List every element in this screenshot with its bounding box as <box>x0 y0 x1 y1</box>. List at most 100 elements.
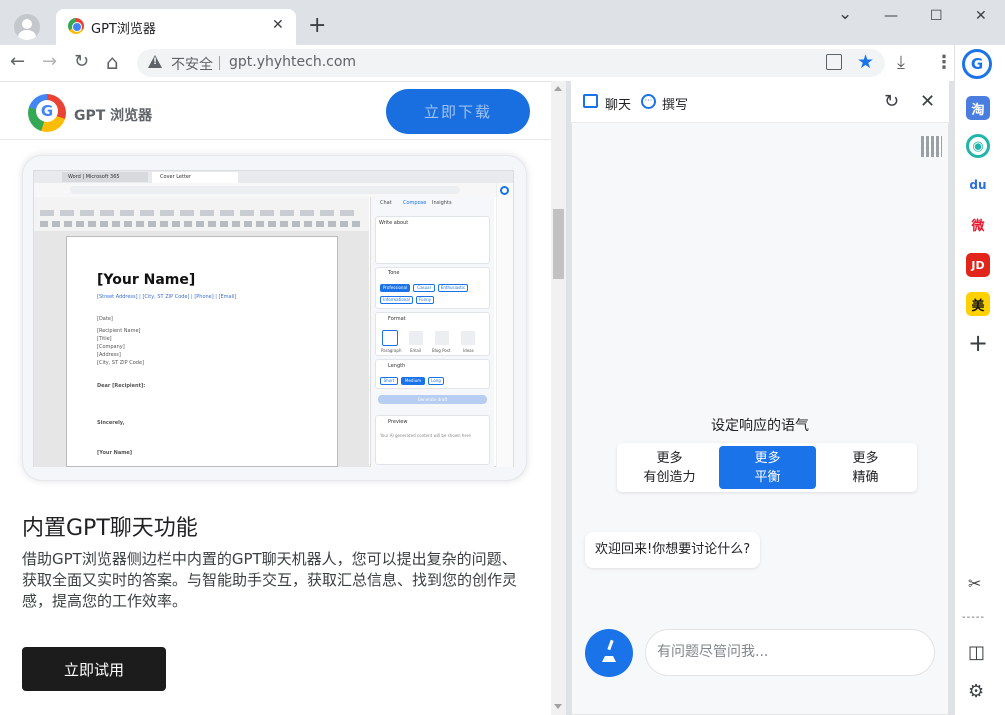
chat-input[interactable]: 有问题尽管问我... <box>645 629 935 676</box>
tone-line: 更多 <box>852 450 879 466</box>
screenshot-format-icon <box>435 331 449 345</box>
screenshot-doc-line: [Street Address] | [City, ST ZIP Code] |… <box>97 294 237 300</box>
menu-icon[interactable]: ⋮ <box>935 52 953 73</box>
bookmark-star-icon[interactable]: ★ <box>857 51 874 73</box>
screenshot-format-label: Paragraph <box>381 348 402 353</box>
assistant-icon[interactable]: ◉ <box>966 134 990 158</box>
site-logo-icon[interactable] <box>28 94 66 132</box>
tone-line: 更多 <box>754 450 781 466</box>
screenshot-doc-line: [Recipient Name] <box>97 328 141 334</box>
tone-line: 更多 <box>656 450 683 466</box>
screenshot-format-label: Ideas <box>463 348 474 353</box>
try-now-button[interactable]: 立即试用 <box>22 647 166 691</box>
minimize-button[interactable]: — <box>884 8 898 24</box>
screenshot-doc-line: [Company] <box>97 344 125 350</box>
tab-favicon-icon <box>68 18 84 34</box>
gpt-browser-icon[interactable]: G <box>962 49 992 79</box>
tone-balanced-button[interactable]: 更多 平衡 <box>719 446 816 489</box>
screenshot-doc-line: [Title] <box>97 336 112 342</box>
tone-line: 精确 <box>852 469 879 485</box>
profile-avatar-icon[interactable] <box>14 14 40 40</box>
tab-chat[interactable]: 聊天 <box>605 94 631 113</box>
screenshot-panel-tab: Insights <box>432 200 452 206</box>
tab-close-icon[interactable]: ✕ <box>272 17 284 33</box>
screenshot-rail-icon <box>500 186 509 195</box>
forward-button[interactable]: → <box>42 52 57 72</box>
feature-description: 借助GPT浏览器侧边栏中内置的GPT聊天机器人，您可以提出复杂的问题、获取全面又… <box>22 550 518 610</box>
compose-bubble-icon[interactable]: ··· <box>641 94 656 109</box>
screenshot-menu-row <box>40 210 360 216</box>
chat-edit-icon[interactable] <box>583 94 598 108</box>
security-label[interactable]: 不安全 <box>171 54 213 74</box>
refresh-icon[interactable]: ↻ <box>884 91 899 112</box>
screenshot-option: Enthusiastic <box>438 284 468 292</box>
reload-button[interactable]: ↻ <box>74 52 89 72</box>
screenshot-format-icon <box>409 331 423 345</box>
site-name[interactable]: GPT 浏览器 <box>74 105 152 125</box>
share-icon[interactable] <box>826 54 842 70</box>
baidu-icon[interactable]: du <box>966 173 990 197</box>
screenshot-rail <box>496 183 513 467</box>
screenshot-doc-line: [Date] <box>97 316 113 322</box>
screenshot-doc-line: [Your Name] <box>97 450 133 456</box>
add-icon[interactable]: + <box>966 329 990 357</box>
screenshot-format-icon <box>382 330 398 346</box>
screenshot-generate-button: Generate draft <box>378 395 487 404</box>
screenshot-format-icon <box>461 331 475 345</box>
taobao-icon[interactable]: 淘 <box>966 96 990 120</box>
screenshot-format-label: Email <box>410 348 422 353</box>
screenshot-doc-line: Dear [Recipient]: <box>97 383 146 389</box>
screenshot-tab: Word | Microsoft 365 <box>62 172 148 182</box>
tab-compose[interactable]: 撰写 <box>662 94 688 113</box>
home-button[interactable]: ⌂ <box>106 52 119 72</box>
back-button[interactable]: ← <box>10 52 25 72</box>
download-icon[interactable]: ⤓ <box>897 52 905 73</box>
omnibox-divider <box>219 56 220 70</box>
screenshot-option: Long <box>428 377 444 385</box>
screenshot-doc-line: [City, ST ZIP Code] <box>97 360 145 366</box>
scroll-up-arrow-icon[interactable] <box>554 86 562 91</box>
layout-icon[interactable]: ◫ <box>968 642 985 663</box>
screenshot-card-label: Write about <box>379 220 409 226</box>
page-scrollbar[interactable] <box>551 81 566 715</box>
meituan-icon[interactable]: 美 <box>966 292 990 316</box>
screenshot-preview-text: Your AI generated content will be shown … <box>380 433 471 438</box>
screenshot-tab: Cover Letter <box>152 172 238 183</box>
screenshot-option: Short <box>380 377 398 385</box>
tone-creative-button[interactable]: 更多 有创造力 <box>621 446 718 489</box>
broom-icon <box>602 644 616 662</box>
warning-icon[interactable] <box>148 55 162 68</box>
header-divider <box>0 139 551 140</box>
screenshot-panel-tab: Compose <box>403 200 427 206</box>
tone-line: 有创造力 <box>643 469 696 485</box>
screenshot-url <box>70 186 460 194</box>
screenshot-icon[interactable]: ✂ <box>968 574 981 593</box>
screenshot-option: Casual <box>413 284 435 292</box>
scroll-down-arrow-icon[interactable] <box>554 704 562 709</box>
screenshot-card-label: Format <box>388 316 406 322</box>
maximize-button[interactable]: ☐ <box>930 8 943 24</box>
tone-label: 设定响应的语气 <box>711 418 809 434</box>
qr-code-icon[interactable] <box>921 136 942 157</box>
settings-gear-icon[interactable]: ⚙ <box>968 681 984 702</box>
welcome-message: 欢迎回来!你想要讨论什么? <box>585 532 761 568</box>
screenshot-doc-title: [Your Name] <box>97 272 196 288</box>
chat-panel <box>571 81 949 715</box>
window-close-button[interactable]: ✕ <box>975 8 987 24</box>
screenshot-card-label: Preview <box>388 419 408 425</box>
tone-precise-button[interactable]: 更多 精确 <box>817 446 914 489</box>
tab-title: GPT浏览器 <box>91 22 156 37</box>
new-tab-button[interactable]: + <box>308 14 326 38</box>
screenshot-card-label: Tone <box>388 270 400 276</box>
tab-search-chevron-icon[interactable]: ⌄ <box>838 4 852 24</box>
screenshot-tool-row <box>40 221 360 227</box>
sidebar-divider: ----- <box>962 612 986 623</box>
jd-icon[interactable]: JD <box>966 253 990 277</box>
scrollbar-thumb[interactable] <box>553 209 564 279</box>
url-text[interactable]: gpt.yhyhtech.com <box>229 54 356 70</box>
close-panel-icon[interactable]: ✕ <box>920 91 935 112</box>
new-topic-button[interactable] <box>585 629 633 677</box>
download-now-button[interactable]: 立即下载 <box>386 89 530 134</box>
screenshot-panel-tab: Chat <box>380 200 392 206</box>
weibo-icon[interactable]: 微 <box>966 212 990 236</box>
